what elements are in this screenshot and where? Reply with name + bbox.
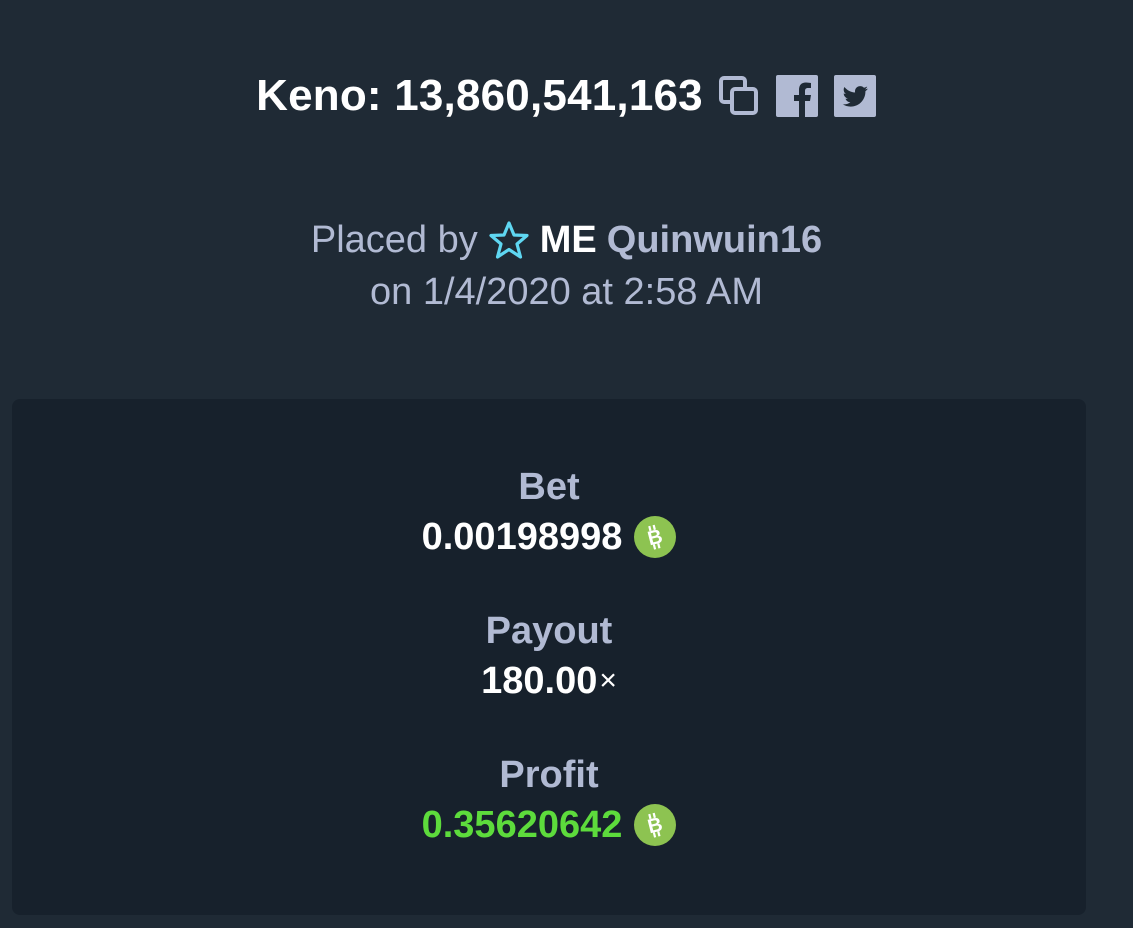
placed-datetime: on 1/4/2020 at 2:58 AM — [370, 271, 763, 313]
payout-suffix: × — [599, 664, 617, 697]
bitcoin-cash-icon: B — [634, 516, 677, 558]
profit-value-row: 0.35620642 B — [12, 799, 1086, 851]
username-link[interactable]: Quinwuin16 — [607, 214, 822, 266]
bet-stats-panel: Bet 0.00198998 B Payout 180.00 × Profit … — [12, 399, 1086, 915]
star-icon — [488, 220, 530, 260]
payout-multiplier: 180.00 — [481, 660, 598, 702]
twitter-icon[interactable] — [833, 74, 877, 118]
bet-amount: 0.00198998 — [421, 516, 623, 558]
placed-by-prefix: Placed by — [310, 219, 478, 261]
profit-stat: Profit 0.35620642 B — [12, 751, 1086, 851]
bet-title: Keno: 13,860,541,163 — [256, 71, 703, 120]
profit-amount: 0.35620642 — [421, 804, 623, 846]
bet-value-row: 0.00198998 B — [12, 511, 1086, 563]
copy-icon[interactable] — [717, 74, 761, 118]
bitcoin-cash-icon: B — [634, 804, 677, 846]
facebook-icon[interactable] — [775, 74, 819, 118]
bet-header: Keno: 13,860,541,163 — [0, 66, 1133, 126]
bet-label: Bet — [518, 466, 580, 508]
me-badge: ME — [539, 219, 597, 261]
payout-label: Payout — [485, 610, 613, 652]
bet-stat: Bet 0.00198998 B — [12, 463, 1086, 563]
placed-by-info: Placed by ME Quinwuin16 on 1/4/2020 at 2… — [0, 214, 1133, 318]
payout-stat: Payout 180.00 × — [12, 607, 1086, 707]
payout-value-row: 180.00 × — [12, 655, 1086, 707]
placed-by-line: Placed by ME Quinwuin16 — [0, 214, 1133, 266]
profit-label: Profit — [499, 754, 599, 796]
